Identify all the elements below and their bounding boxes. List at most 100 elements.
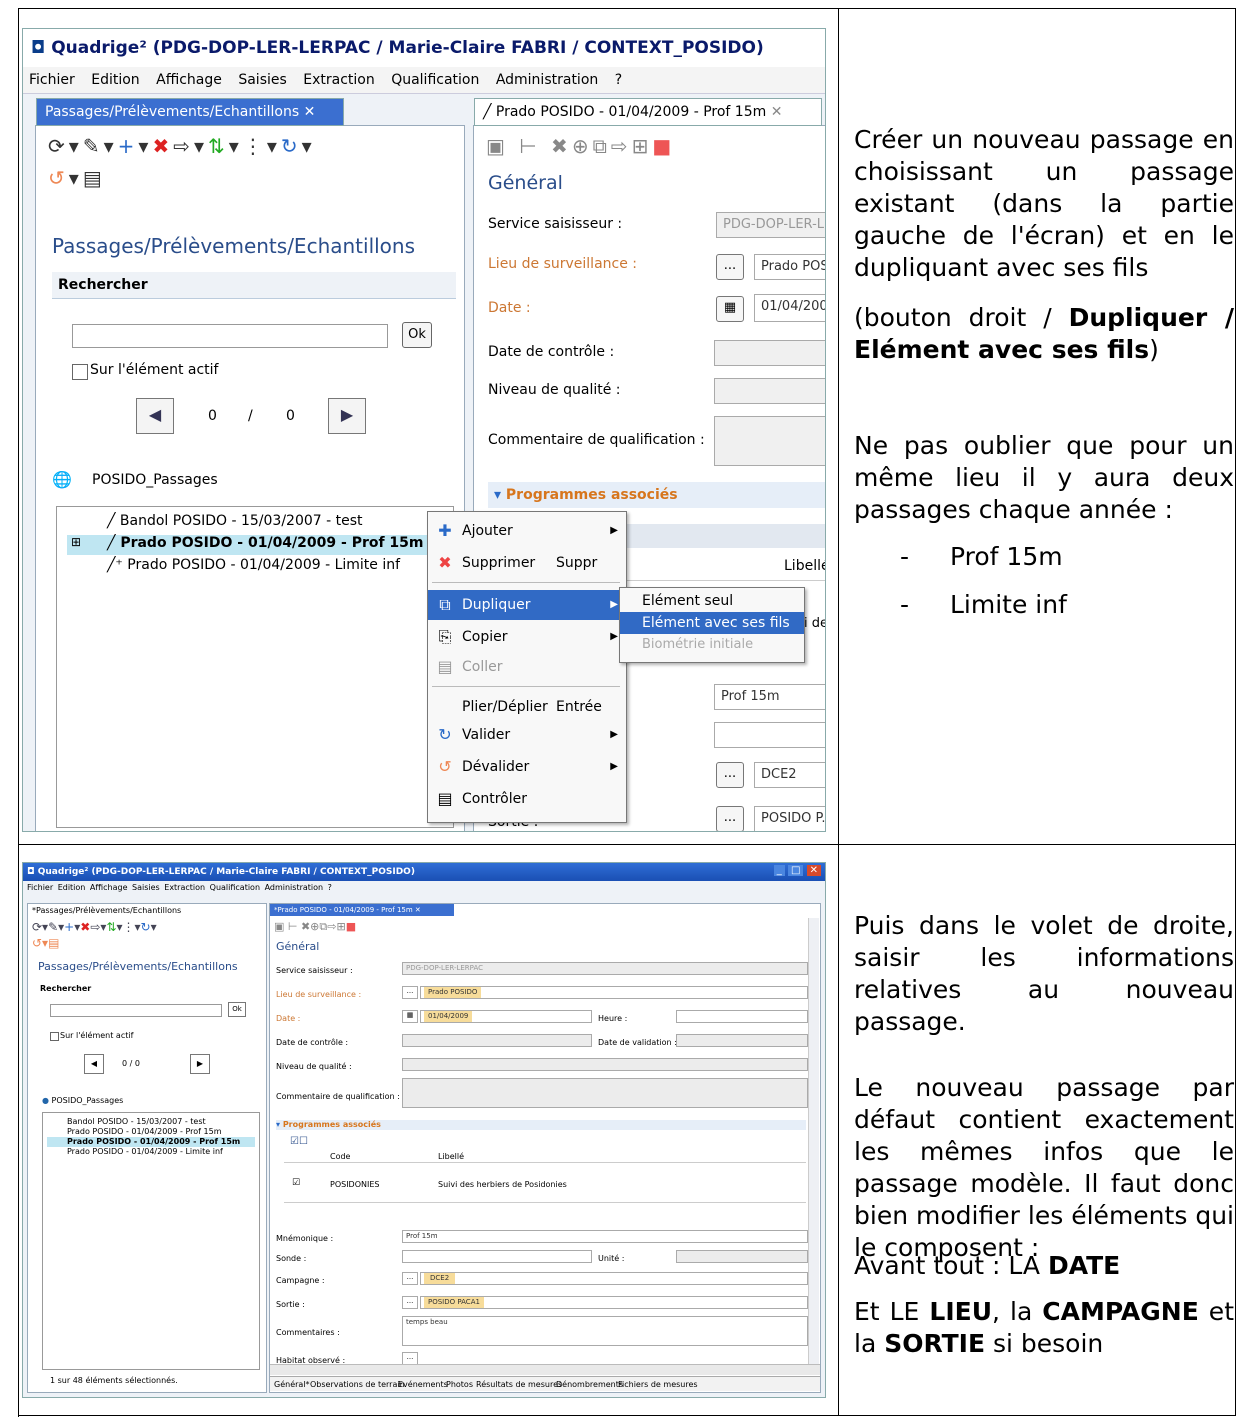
tab-observations[interactable]: Observations de terrain (310, 1380, 405, 1389)
next-button[interactable]: ▶ (328, 398, 366, 434)
next-button[interactable]: ▶ (190, 1054, 210, 1074)
date-field[interactable]: 01/04/200 (754, 294, 825, 322)
menu-plier[interactable]: Plier/Déplier Entrée (428, 692, 626, 722)
active-only-checkbox[interactable] (72, 364, 88, 380)
mnemo-field[interactable]: Prof 15m (402, 1230, 808, 1243)
lieu-field[interactable]: Prado POS (754, 254, 825, 280)
tab-general[interactable]: Général* (274, 1380, 310, 1389)
stop-icon[interactable]: ■ (652, 134, 675, 158)
sortie-browse-button[interactable]: ... (402, 1296, 418, 1309)
validate-icon[interactable]: ↻ (281, 134, 302, 158)
commentaires-field[interactable]: temps beau (402, 1316, 808, 1346)
grid-icon[interactable]: ⊞ (632, 134, 653, 158)
submenu-biometrie[interactable]: Biométrie initiale (620, 634, 804, 656)
menu-devalider[interactable]: ↺ Dévalider ▶ (428, 752, 626, 782)
add-icon[interactable]: + (118, 134, 139, 158)
minimize-icon[interactable]: _ (773, 865, 785, 876)
lieu-browse-button[interactable]: ... (402, 986, 418, 999)
sortie-field[interactable]: POSIDO PACA1 (420, 1296, 808, 1309)
tree-item[interactable]: ╱ Prado POSIDO - 01/04/2009 - Prof 15m (107, 535, 424, 551)
close-icon[interactable]: ✕ (415, 906, 421, 914)
lieu-browse-button[interactable]: ... (716, 254, 744, 280)
menu-dupliquer[interactable]: ⧉ Dupliquer ▶ (428, 590, 626, 620)
tab-photos[interactable]: Photos (446, 1380, 473, 1389)
hierarchy-icon[interactable]: ⊢ (519, 134, 540, 158)
menu-bar[interactable]: Fichier Edition Affichage Saisies Extrac… (27, 883, 332, 892)
sonde-field[interactable] (714, 722, 825, 748)
tree-item[interactable]: Prado POSIDO - 01/04/2009 - Prof 15m (67, 1127, 221, 1136)
date-field[interactable]: 01/04/2009 (420, 1010, 592, 1023)
horizontal-scrollbar[interactable] (270, 1364, 820, 1375)
tab-denombrements[interactable]: Dénombrements (556, 1380, 623, 1389)
tree-item[interactable]: Bandol POSIDO - 15/03/2007 - test (67, 1117, 206, 1126)
copy-icon[interactable]: ⧉ (593, 134, 611, 158)
tab-passage-detail[interactable]: ╱ Prado POSIDO - 01/04/2009 - Prof 15m ✕ (474, 98, 822, 126)
unvalidate-icon[interactable]: ↺▾▤ (32, 936, 59, 950)
close-icon[interactable]: ✕ (771, 104, 783, 120)
refresh-icon[interactable]: ⟳ (48, 134, 69, 158)
programmes-section[interactable]: ▾ Programmes associés (276, 1120, 806, 1130)
campagne-field[interactable]: DCE2 (754, 762, 825, 788)
globe-icon[interactable]: ⊕ (572, 134, 593, 158)
calendar-icon[interactable]: ▦ (402, 1010, 418, 1023)
tree-root[interactable]: ● POSIDO_Passages (42, 1096, 123, 1105)
close-icon[interactable]: ✕ (304, 104, 316, 120)
mnemo-field[interactable]: Prof 15m (714, 684, 825, 710)
calendar-icon[interactable]: ▦ (716, 296, 744, 322)
tab-passage-detail[interactable]: *Prado POSIDO - 01/04/2009 - Prof 15m ✕ (270, 904, 454, 916)
unvalidate-icon[interactable]: ↺ (48, 166, 69, 190)
expand-icon[interactable]: ⊞ (71, 535, 81, 549)
campagne-field[interactable]: DCE2 (420, 1272, 808, 1285)
export-icon[interactable]: ⇨ (611, 134, 632, 158)
submenu-element-avec-fils[interactable]: Elément avec ses fils (620, 612, 804, 634)
menu-supprimer[interactable]: ✖ Supprimer Suppr (428, 548, 626, 578)
search-input[interactable] (50, 1004, 222, 1017)
sonde-field[interactable] (402, 1250, 592, 1263)
maximize-icon[interactable]: □ (787, 865, 804, 876)
tree-item[interactable]: Prado POSIDO - 01/04/2009 - Limite inf (67, 1147, 223, 1156)
menu-administration[interactable]: Administration (496, 72, 598, 88)
lieu-field[interactable]: Prado POSIDO (420, 986, 808, 999)
sort-icon[interactable]: ⇅ (208, 134, 229, 158)
tree-item[interactable]: ╱ Bandol POSIDO - 15/03/2007 - test (107, 513, 363, 529)
tab-fichiers[interactable]: Fichiers de mesures (618, 1380, 698, 1389)
menu-qualification[interactable]: Qualification (391, 72, 479, 88)
tree-root[interactable]: POSIDO_Passages (92, 472, 218, 488)
sortie-browse-button[interactable]: ... (716, 806, 744, 831)
ok-button[interactable]: Ok (228, 1002, 246, 1017)
menu-controler[interactable]: ▤ Contrôler (428, 784, 626, 814)
active-only-checkbox[interactable] (50, 1032, 59, 1041)
menu-fichier[interactable]: Fichier (29, 72, 75, 88)
control-icon[interactable]: ▤ (83, 166, 106, 190)
tab-passages[interactable]: *Passages/Prélèvements/Echantillons (32, 906, 181, 915)
save-icon[interactable]: ▣ (486, 134, 509, 158)
ok-button[interactable]: Ok (402, 322, 432, 348)
tree-item[interactable]: Prado POSIDO - 01/04/2009 - Prof 15m (67, 1137, 240, 1146)
programmes-section[interactable]: ▾ Programmes associés (488, 482, 825, 508)
campagne-browse-button[interactable]: ... (402, 1272, 418, 1285)
filter-icon[interactable]: ⋮ (243, 134, 267, 158)
menu-help[interactable]: ? (615, 72, 622, 88)
previous-button[interactable]: ◀ (136, 398, 174, 434)
delete-icon[interactable]: ✖ (551, 134, 572, 158)
menu-copier[interactable]: ⎘ Copier ▶ (428, 622, 626, 652)
menu-ajouter[interactable]: ✚ Ajouter ▶ (428, 516, 626, 546)
menu-coller[interactable]: ▤ Coller (428, 652, 626, 682)
export-icon[interactable]: ⇨ (173, 134, 194, 158)
close-icon[interactable]: ✕ (806, 865, 821, 876)
tab-passages[interactable]: Passages/Prélèvements/Echantillons ✕ (36, 98, 344, 126)
tree-item[interactable]: ╱⁺ Prado POSIDO - 01/04/2009 - Limite in… (107, 557, 400, 573)
tab-evenements[interactable]: Evénements (398, 1380, 448, 1389)
tab-resultats[interactable]: Résultats de mesures (476, 1380, 562, 1389)
menu-valider[interactable]: ↻ Valider ▶ (428, 720, 626, 750)
menu-affichage[interactable]: Affichage (156, 72, 222, 88)
edit-icon[interactable]: ✎ (83, 134, 104, 158)
campagne-browse-button[interactable]: ... (716, 762, 744, 788)
delete-icon[interactable]: ✖ (152, 134, 173, 158)
previous-button[interactable]: ◀ (84, 1054, 104, 1074)
menu-extraction[interactable]: Extraction (303, 72, 374, 88)
row-checkbox[interactable]: ☑ (292, 1178, 300, 1188)
vertical-scrollbar[interactable] (808, 918, 819, 1364)
sortie-field[interactable]: POSIDO P. (754, 806, 825, 831)
menu-edition[interactable]: Edition (91, 72, 139, 88)
